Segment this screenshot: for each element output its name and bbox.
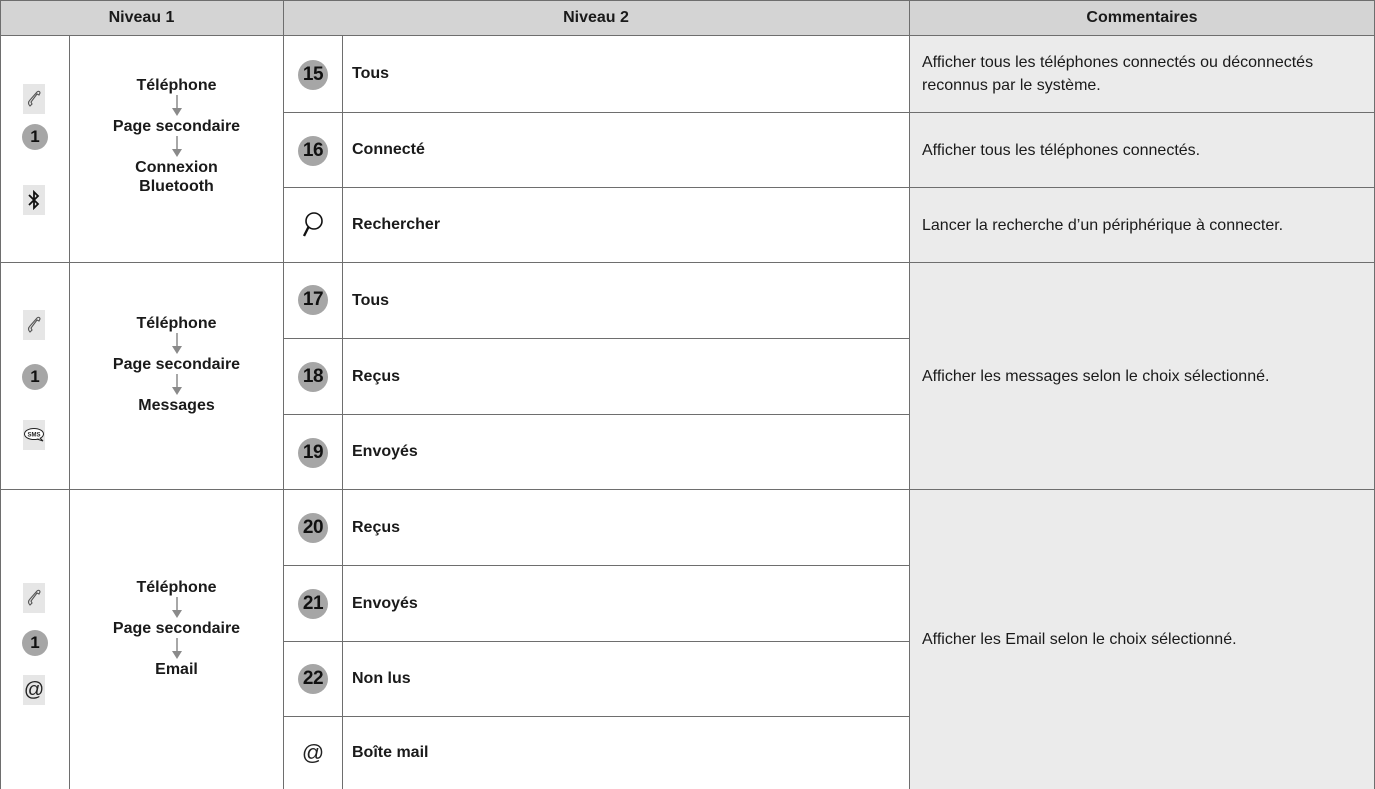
path-step: Page secondaire	[112, 118, 241, 135]
path-step: Messages	[138, 397, 215, 414]
bluetooth-icon	[23, 185, 45, 215]
comment-text: Lancer la recherche d’un périphérique à …	[922, 216, 1284, 234]
comment-cell: Afficher tous les téléphones connectés.	[909, 113, 1375, 187]
option-label[interactable]: Reçus	[352, 490, 400, 565]
mailbox-at-icon: @	[301, 740, 325, 765]
at-icon: @	[23, 675, 45, 705]
option-label[interactable]: Envoyés	[352, 566, 418, 641]
comment-cell: Lancer la recherche d’un périphérique à …	[909, 188, 1375, 262]
step-1-badge: 1	[22, 124, 48, 150]
option-number-badge: 18	[298, 362, 328, 392]
phone-icon	[23, 583, 45, 613]
comment-cell: Afficher les messages selon le choix sél…	[909, 263, 1375, 489]
option-label[interactable]: Non lus	[352, 642, 411, 716]
search-icon	[298, 210, 328, 240]
arrow-down-icon	[171, 136, 182, 157]
phone-icon	[23, 310, 45, 340]
path-step: Téléphone	[136, 315, 217, 332]
option-number-badge: 19	[298, 438, 328, 468]
arrow-down-icon	[171, 597, 182, 618]
header-niveau-2: Niveau 2	[283, 0, 909, 35]
phone-icon	[23, 84, 45, 114]
comment-text: Afficher les Email selon le choix sélect…	[922, 631, 1237, 648]
option-label[interactable]: Envoyés	[352, 415, 418, 489]
comment-text: Afficher tous les téléphones connectés.	[922, 141, 1201, 159]
level1-path: Téléphone Page secondaire Email	[70, 578, 283, 679]
option-number-badge: 16	[298, 136, 328, 166]
path-step: Email	[155, 661, 198, 678]
comment-cell: Afficher tous les téléphones connectés o…	[909, 36, 1375, 112]
option-label[interactable]: Tous	[352, 36, 389, 112]
option-label[interactable]: Boîte mail	[352, 717, 428, 789]
path-step: Téléphone	[136, 77, 217, 94]
svg-text:SMS: SMS	[27, 433, 40, 439]
sms-icon: SMS	[23, 420, 45, 450]
option-label[interactable]: Reçus	[352, 339, 400, 414]
option-number-badge: 21	[298, 589, 328, 619]
arrow-down-icon	[171, 95, 182, 116]
arrow-down-icon	[171, 638, 182, 659]
path-step: Page secondaire	[112, 620, 241, 637]
level1-path: Téléphone Page secondaire Connexion Blue…	[70, 76, 283, 196]
option-number-badge: 22	[298, 664, 328, 694]
option-label[interactable]: Tous	[352, 263, 389, 338]
option-number-badge: 15	[298, 60, 328, 90]
path-step: Téléphone	[136, 579, 217, 596]
arrow-down-icon	[171, 374, 182, 395]
header-commentaires: Commentaires	[909, 0, 1375, 35]
level1-path: Téléphone Page secondaire Messages	[70, 314, 283, 415]
option-number-badge: 20	[298, 513, 328, 543]
path-step: Connexion Bluetooth	[135, 159, 218, 195]
comment-text: Afficher les messages selon le choix sél…	[922, 367, 1270, 385]
step-1-badge: 1	[22, 630, 48, 656]
path-step: Page secondaire	[112, 356, 241, 373]
option-number-badge: 17	[298, 285, 328, 315]
step-1-badge: 1	[22, 364, 48, 390]
option-label[interactable]: Rechercher	[352, 188, 440, 262]
comment-cell: Afficher les Email selon le choix sélect…	[909, 490, 1375, 789]
arrow-down-icon	[171, 333, 182, 354]
header-niveau-1: Niveau 1	[0, 0, 283, 35]
option-label[interactable]: Connecté	[352, 113, 425, 187]
comment-text: Afficher tous les téléphones connectés o…	[922, 54, 1314, 94]
